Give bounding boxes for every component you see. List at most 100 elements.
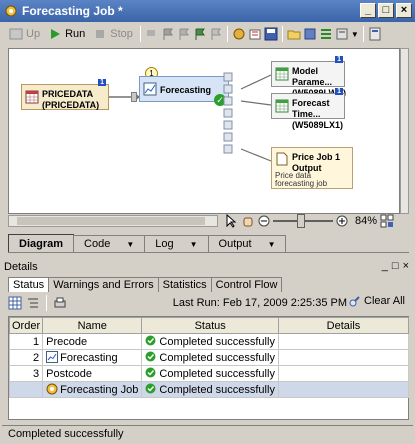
grid-view-icon[interactable] (8, 296, 22, 310)
details-toolbar: Last Run: Feb 17, 2009 2:25:35 PM Clear … (8, 294, 409, 312)
price-job-description: Price data forecasting job (275, 171, 328, 188)
order-cell: 1 (8, 333, 44, 350)
layout-dropdown-icon[interactable]: ▼ (351, 30, 359, 39)
details-title: Details (4, 261, 38, 273)
step-icon[interactable] (145, 27, 159, 41)
tab-statistics[interactable]: Statistics (157, 277, 212, 292)
status-bar: Completed successfully (2, 425, 413, 442)
minimize-panel-button[interactable]: _ (382, 260, 388, 272)
tab-code[interactable]: Code ▼ (73, 235, 146, 252)
select-pointer-icon[interactable] (224, 214, 238, 228)
chevron-down-icon[interactable]: ▼ (126, 240, 134, 249)
table-icon (25, 90, 39, 104)
tab-warnings-errors[interactable]: Warnings and Errors (48, 277, 159, 292)
order-cell (8, 381, 44, 398)
maximize-button[interactable]: □ (378, 3, 394, 18)
view-tabs: Diagram Code ▼ Log ▼ Output ▼ (8, 234, 409, 253)
layout-icon[interactable] (335, 27, 349, 41)
column-header-order[interactable]: Order (8, 317, 44, 334)
restore-panel-button[interactable]: □ (392, 260, 399, 272)
status-text: Completed successfully (159, 368, 275, 380)
run-label: Run (65, 28, 86, 40)
canvas-horizontal-scrollbar[interactable] (8, 215, 218, 227)
up-icon (9, 28, 23, 40)
save-icon[interactable] (264, 27, 278, 41)
column-header-details[interactable]: Details (277, 317, 410, 334)
process-diagram-canvas[interactable]: PRICEDATA (PRICEDATA) 1 1 Forecasting ✓ … (8, 48, 400, 214)
table-icon (275, 99, 289, 113)
model-param-badge: 1 (335, 56, 343, 63)
window-title: Forecasting Job * (22, 4, 123, 18)
zoom-slider-knob[interactable] (297, 214, 305, 228)
fit-to-window-icon[interactable] (380, 214, 394, 228)
job-gear-icon (4, 4, 18, 18)
zoom-slider[interactable] (273, 214, 333, 228)
clear-all-label: Clear All (364, 295, 405, 307)
clear-icon (349, 296, 360, 307)
details-tabs: Status Warnings and Errors Statistics Co… (8, 277, 283, 292)
flag-icon[interactable] (161, 27, 175, 41)
forecast-chart-icon (46, 351, 59, 363)
success-check-icon (145, 383, 156, 394)
column-header-status[interactable]: Status (141, 317, 279, 334)
properties-icon[interactable] (232, 27, 246, 41)
columns-icon[interactable] (303, 27, 317, 41)
list-icon[interactable] (319, 27, 333, 41)
run-button[interactable]: Run (45, 25, 88, 43)
price-job-output-node[interactable]: Price Job 1 Output Price data forecastin… (271, 147, 353, 189)
tab-status[interactable]: Status (8, 277, 50, 292)
stop-button[interactable]: Stop (90, 25, 136, 43)
up-label: Up (26, 28, 41, 40)
chevron-down-icon[interactable]: ▼ (190, 240, 198, 249)
details-cell (277, 349, 410, 366)
tab-output[interactable]: Output ▼ (207, 235, 287, 252)
input-port (131, 92, 137, 102)
toolbar-separator (281, 26, 283, 42)
zoom-out-icon[interactable] (258, 215, 270, 227)
last-run-time: Last Run: Feb 17, 2009 2:25:35 PM (172, 297, 347, 309)
status-bar-text: Completed successfully (8, 428, 124, 440)
toolbar-separator (226, 26, 228, 42)
tab-control-flow[interactable]: Control Flow (210, 277, 283, 292)
breakpoint-icon[interactable] (193, 27, 207, 41)
folder-icon[interactable] (287, 27, 301, 41)
price-job-label: Price Job 1 (292, 152, 341, 162)
canvas-vertical-scrollbar[interactable] (400, 48, 409, 214)
clear-all-button[interactable]: Clear All (349, 295, 405, 307)
details-panel-header: Details _ □ × (4, 260, 411, 274)
tab-diagram[interactable]: Diagram (8, 234, 75, 252)
table-row[interactable]: Forecasting Job Completed successfully (8, 381, 410, 398)
pricedata-node[interactable]: PRICEDATA (PRICEDATA) 1 (21, 79, 109, 110)
scroll-thumb[interactable] (17, 217, 205, 225)
up-button[interactable]: Up (6, 25, 43, 43)
chevron-down-icon[interactable]: ▼ (268, 240, 276, 249)
table-row[interactable]: 2 Forecasting Completed successfully (8, 349, 410, 366)
table-row[interactable]: 3 Postcode Completed successfully (8, 365, 410, 382)
export-icon[interactable] (368, 27, 382, 41)
toolbar-separator (46, 295, 47, 311)
status-text: Completed successfully (159, 384, 275, 396)
tab-log[interactable]: Log ▼ (144, 235, 209, 252)
tree-view-icon[interactable] (26, 296, 40, 310)
forecast-time-node[interactable]: Forecast Time... (W5089LX1) 1 (271, 88, 345, 130)
column-header-name[interactable]: Name (42, 317, 143, 334)
toolbar-separator (362, 26, 364, 42)
flag-off-icon[interactable] (177, 27, 191, 41)
pan-hand-icon[interactable] (241, 214, 255, 228)
output-ports (223, 71, 233, 161)
run-icon (51, 29, 61, 39)
clear-flags-icon[interactable] (209, 27, 223, 41)
name-text: Forecasting Job (60, 384, 139, 396)
table-row[interactable]: 1 Precode Completed successfully (8, 333, 410, 350)
print-icon[interactable] (53, 296, 67, 310)
close-button[interactable]: × (396, 3, 412, 18)
minimize-button[interactable]: _ (360, 3, 376, 18)
zoom-in-icon[interactable] (336, 215, 348, 227)
close-panel-button[interactable]: × (403, 260, 409, 272)
name-cell: Forecasting Job (42, 381, 143, 398)
name-text: Forecasting (60, 352, 118, 364)
model-parameters-node[interactable]: Model Parame... (W5089LWX) 1 (271, 56, 346, 98)
checkin-icon[interactable] (248, 27, 262, 41)
model-param-label: Model Parame... (292, 66, 333, 87)
status-text: Completed successfully (159, 352, 275, 364)
